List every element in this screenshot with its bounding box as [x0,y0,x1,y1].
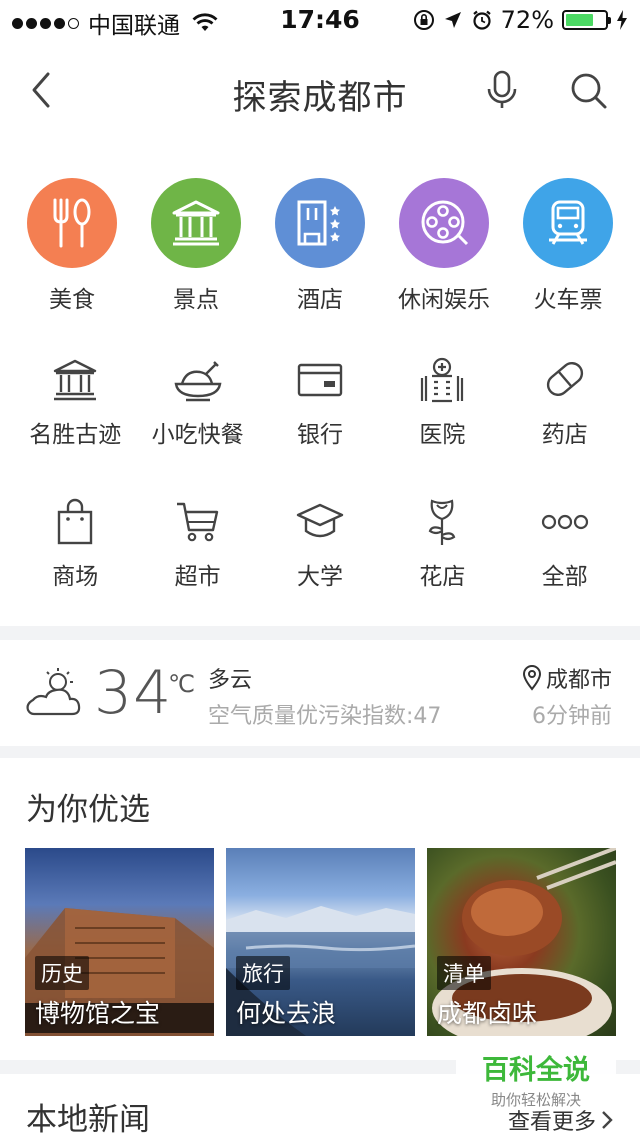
air-quality: 空气质量优污染指数:47 [208,704,442,729]
category-label: 大学 [296,564,343,590]
category-label: 超市 [174,564,221,590]
alarm-icon [472,10,491,30]
category-label: 商场 [52,564,99,590]
more-icon [541,514,588,530]
shopping-bag-icon [57,498,93,545]
category-supermarket[interactable]: 超市 [136,497,258,591]
city-name: 成都市 [545,668,612,693]
category-entertainment[interactable]: 休闲娱乐 [382,178,506,314]
pick-tag: 旅行 [236,956,290,990]
status-right: 72% [413,6,628,34]
pick-name: 成都卤味 [437,999,538,1028]
section-title-news: 本地新闻 [26,1102,150,1136]
hospital-icon [421,357,464,403]
graduation-cap-icon [296,503,344,538]
category-hotel-badge [275,178,365,268]
category-pharmacy[interactable]: 药店 [504,355,626,449]
pick-card[interactable]: 清单 成都卤味 [427,848,616,1036]
rose-icon [429,499,456,545]
pick-tag: 历史 [35,956,89,990]
roast-chicken-icon [174,361,221,402]
fork-spoon-icon [53,198,91,248]
search-icon[interactable] [566,68,610,112]
divider [0,746,640,758]
category-hospital[interactable]: 医院 [381,355,503,449]
weather-city: 成都市 [522,662,612,694]
pick-card[interactable]: 历史 博物馆之宝 [25,848,214,1036]
partly-cloudy-icon [26,668,81,716]
category-label: 医院 [419,422,466,448]
bank-card-icon [297,363,343,397]
category-food[interactable]: 美食 [10,178,134,314]
category-hotel[interactable]: 酒店 [258,178,382,314]
category-florist[interactable]: 花店 [381,497,503,591]
landmark-icon [53,359,97,401]
category-label: 名胜古迹 [29,422,122,448]
temperature-unit: ℃ [168,670,195,698]
category-food-badge [27,178,117,268]
category-label: 花店 [419,564,466,590]
category-label: 休闲娱乐 [398,287,490,313]
nav-bar: 探索成都市 [0,40,640,140]
charging-bolt-icon [617,10,627,30]
temple-icon [172,200,220,246]
watermark-logo: 百科全说 助你轻松解决 [456,1036,616,1109]
train-icon [549,200,587,245]
temperature: 34 [94,658,173,728]
category-label: 药店 [541,422,588,448]
primary-categories: 美食 景点 酒店 休闲娱乐 火车票 [0,178,640,314]
category-label: 酒店 [297,287,343,313]
category-snacks[interactable]: 小吃快餐 [136,355,258,449]
category-train-badge [523,178,613,268]
orientation-lock-icon [413,10,434,30]
pick-card[interactable]: 旅行 何处去浪 [226,848,415,1036]
pick-tag: 清单 [437,956,491,990]
watermark-sub: 助你轻松解决 [490,1091,581,1109]
category-label: 全部 [541,564,588,590]
page-title: 探索成都市 [232,78,408,118]
category-label: 美食 [49,287,95,313]
status-bar: 中国联通 17:46 72% [0,0,640,40]
cart-icon [176,502,218,542]
updated-time: 6分钟前 [532,704,612,729]
category-entertainment-badge [399,178,489,268]
category-bank[interactable]: 银行 [259,355,381,449]
category-university[interactable]: 大学 [259,497,381,591]
category-sights-badge [151,178,241,268]
pick-name: 何处去浪 [236,999,337,1028]
section-title-picks: 为你优选 [26,792,150,828]
chevron-right-icon [602,1111,613,1129]
microphone-icon[interactable] [480,68,524,112]
category-label: 景点 [173,287,219,313]
picks-carousel: 历史 博物馆之宝 旅行 何处去浪 清单 成都卤味 [25,848,616,1036]
location-pin-icon [522,665,541,691]
battery-fill [566,14,594,26]
category-all[interactable]: 全部 [504,497,626,591]
category-label: 银行 [296,422,343,448]
category-train[interactable]: 火车票 [506,178,630,314]
category-mall[interactable]: 商场 [14,497,136,591]
divider [0,626,640,640]
hotel-icon [297,200,340,246]
film-reel-icon [421,200,469,246]
category-sights[interactable]: 景点 [134,178,258,314]
category-label: 小吃快餐 [151,422,244,448]
pick-name: 博物馆之宝 [35,999,161,1028]
category-landmark[interactable]: 名胜古迹 [14,355,136,449]
category-label: 火车票 [533,287,603,313]
pill-icon [546,362,583,396]
location-arrow-icon [444,12,461,28]
battery-icon [562,10,611,30]
watermark-main: 百科全说 [482,1055,590,1086]
secondary-categories: 名胜古迹 小吃快餐 银行 医院 药店 商场 超市 大学 花店 全部 [14,355,626,591]
weather-card[interactable]: 34 ℃ 多云 空气质量优污染指数:47 成都市 6分钟前 [0,640,640,746]
battery-percent: 72% [500,6,554,34]
weather-condition: 多云 [208,668,253,693]
